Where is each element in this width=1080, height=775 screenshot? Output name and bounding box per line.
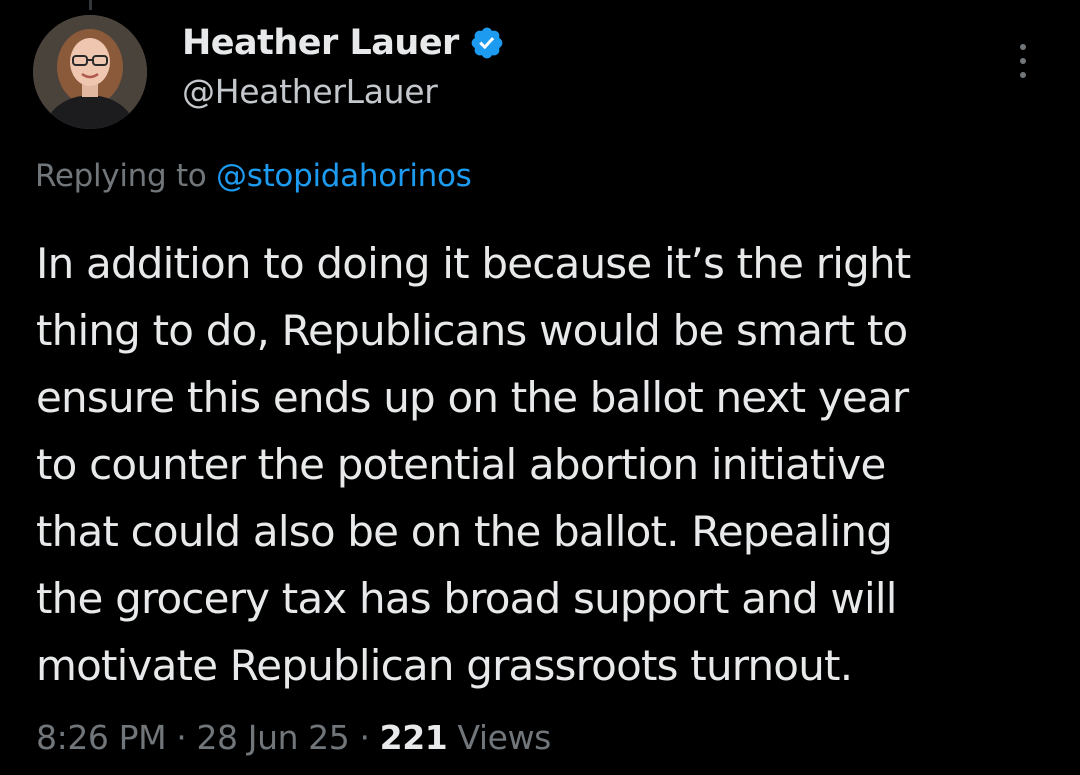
tweet-text-line: thing to do, Republicans would be smart … xyxy=(36,306,908,355)
views-label: Views xyxy=(457,718,551,757)
meta-separator: · xyxy=(176,718,187,757)
meta-separator: · xyxy=(359,718,370,757)
thread-connector-line xyxy=(89,0,92,10)
more-options-button[interactable] xyxy=(1008,40,1038,82)
tweet-text-line: ensure this ends up on the ballot next y… xyxy=(36,373,909,422)
tweet-text-line: motivate Republican grassroots turnout. xyxy=(36,641,853,690)
tweet-text-line: that could also be on the ballot. Repeal… xyxy=(36,507,893,556)
tweet-text: In addition to doing it because it’s the… xyxy=(36,230,1056,699)
display-name-row: Heather Lauer xyxy=(182,20,505,66)
more-dot-icon xyxy=(1020,58,1026,64)
replying-to-label: Replying to xyxy=(35,158,207,194)
tweet-date[interactable]: 28 Jun 25 xyxy=(196,718,349,757)
profile-photo-icon xyxy=(33,15,147,129)
views-count[interactable]: 221 xyxy=(380,718,448,757)
tweet-text-line: the grocery tax has broad support and wi… xyxy=(36,574,897,623)
tweet-meta: 8:26 PM · 28 Jun 25 · 221 Views xyxy=(36,718,551,757)
tweet-text-line: In addition to doing it because it’s the… xyxy=(36,239,911,288)
verified-badge-icon[interactable] xyxy=(469,25,505,61)
avatar[interactable] xyxy=(33,15,147,129)
tweet-text-line: to counter the potential abortion initia… xyxy=(36,440,886,489)
replying-to: Replying to @stopidahorinos xyxy=(35,158,472,194)
user-handle[interactable]: @HeatherLauer xyxy=(182,72,505,111)
reply-mention-link[interactable]: @stopidahorinos xyxy=(216,158,472,194)
display-name[interactable]: Heather Lauer xyxy=(182,23,459,63)
more-dot-icon xyxy=(1020,44,1026,50)
more-dot-icon xyxy=(1020,72,1026,78)
tweet-time[interactable]: 8:26 PM xyxy=(36,718,167,757)
tweet-header: Heather Lauer @HeatherLauer xyxy=(182,20,505,111)
